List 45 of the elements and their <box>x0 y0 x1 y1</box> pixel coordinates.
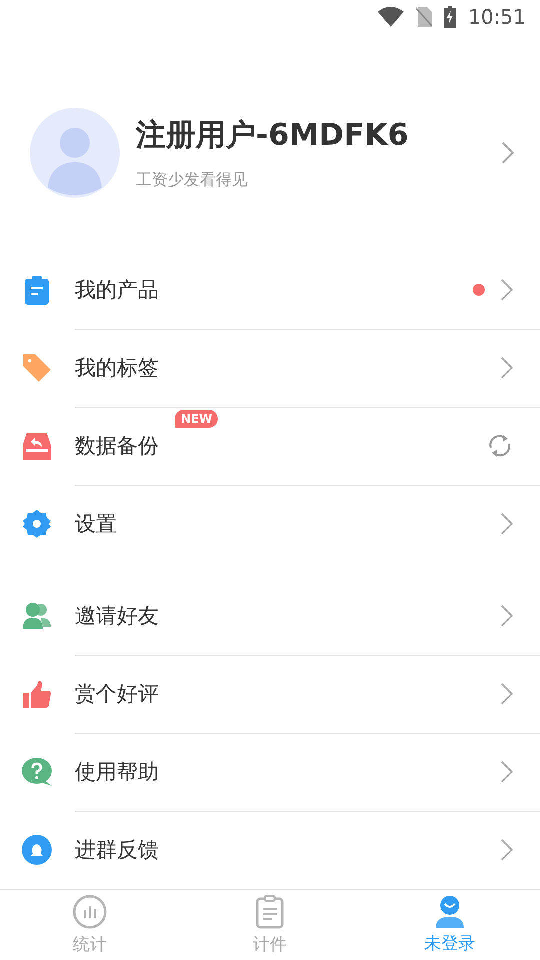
menu-item[interactable]: 邀请好友 <box>0 577 540 656</box>
chevron-right-icon <box>501 761 513 784</box>
chevron-right-icon <box>501 839 513 862</box>
sync-icon <box>487 433 513 460</box>
no-sim-icon <box>416 7 432 28</box>
clipboard-icon <box>24 276 48 305</box>
menu-item[interactable]: 我的产品 <box>0 251 540 330</box>
tag-icon <box>22 354 50 382</box>
chevron-right-icon <box>501 279 513 302</box>
profile-card[interactable]: 注册用户-6MDFK6 工资少发看得见 <box>0 34 540 198</box>
gear-icon <box>22 510 50 538</box>
menu-item[interactable]: 我的标签 <box>0 329 540 408</box>
people-icon <box>22 603 50 630</box>
clock-time: 10:51 <box>468 5 526 30</box>
menu-label: 设置 <box>75 511 117 538</box>
chart-icon <box>73 894 107 929</box>
inbox-upload-icon <box>22 432 50 460</box>
menu-item[interactable]: 数据备份 NEW <box>0 407 540 486</box>
user-subtitle: 工资少发看得见 <box>136 170 249 192</box>
wifi-icon <box>378 7 404 28</box>
menu-item[interactable]: 赏个好评 <box>0 655 540 734</box>
menu-label: 赏个好评 <box>75 681 159 708</box>
clipboard-icon <box>256 894 284 929</box>
menu-label: 我的产品 <box>75 277 159 304</box>
menu-label: 邀请好友 <box>75 603 159 630</box>
chevron-right-icon <box>501 683 513 706</box>
battery-charging-icon <box>444 6 456 28</box>
menu-item[interactable]: 进群反馈 <box>0 811 540 890</box>
chevron-right-icon <box>502 142 514 164</box>
user-icon <box>436 896 464 928</box>
penguin-icon <box>22 835 52 866</box>
avatar-icon <box>30 108 120 198</box>
menu-item[interactable]: 设置 <box>0 485 540 564</box>
menu-label: 数据备份 <box>75 433 159 460</box>
thumbs-up-icon <box>22 680 50 708</box>
help-bubble-icon <box>22 758 52 786</box>
chevron-right-icon <box>501 513 513 536</box>
new-badge: NEW <box>175 410 218 428</box>
menu-label: 进群反馈 <box>75 837 159 864</box>
chevron-right-icon <box>501 605 513 628</box>
chevron-right-icon <box>501 357 513 380</box>
menu-label: 我的标签 <box>75 355 159 382</box>
menu-item[interactable]: 使用帮助 <box>0 733 540 812</box>
menu-label: 使用帮助 <box>75 759 159 786</box>
user-name: 注册用户-6MDFK6 <box>136 117 410 156</box>
